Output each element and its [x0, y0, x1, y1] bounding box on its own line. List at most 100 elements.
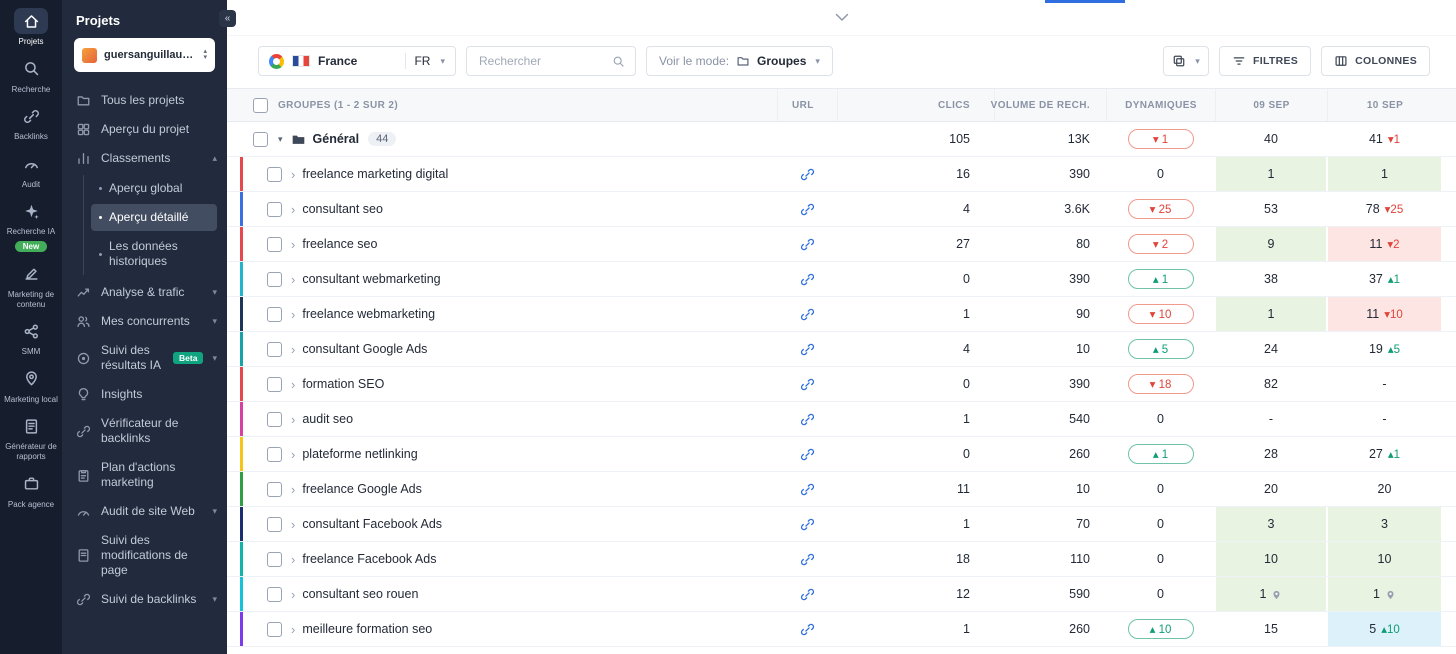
research-icon: [14, 56, 48, 82]
day-cell: -: [1327, 367, 1442, 401]
filters-button[interactable]: FILTRES: [1219, 46, 1311, 76]
day-cell: 78▾25: [1327, 192, 1442, 226]
columns-button[interactable]: COLONNES: [1321, 46, 1430, 76]
sidebar-item-plan-d-actions-marketing[interactable]: Plan d'actions marketing: [62, 453, 227, 497]
rail-item-recherche[interactable]: Recherche: [1, 56, 61, 95]
sidebar-item-suivi-des-modifications-de-page[interactable]: Suivi des modifications de page: [62, 526, 227, 585]
url-link-icon[interactable]: [800, 552, 815, 567]
rail-item-smm[interactable]: SMM: [1, 318, 61, 357]
rail-item-audit[interactable]: Audit: [1, 151, 61, 190]
url-link-icon[interactable]: [800, 237, 815, 252]
group-checkbox[interactable]: [253, 132, 268, 147]
url-link-icon[interactable]: [800, 447, 815, 462]
rail-item-marketing-de-contenu[interactable]: Marketing de contenu: [1, 261, 61, 309]
row-checkbox[interactable]: [267, 412, 282, 427]
keyword-color-indicator: [240, 367, 243, 401]
clics-header[interactable]: CLICS: [938, 100, 970, 111]
url-link-icon[interactable]: [800, 517, 815, 532]
expand-chevron-icon[interactable]: ›: [291, 412, 295, 427]
url-link-icon[interactable]: [800, 272, 815, 287]
rail-item-generateur-de-rapports[interactable]: Générateur de rapports: [1, 413, 61, 461]
expand-chevron-icon[interactable]: ›: [291, 167, 295, 182]
url-link-icon[interactable]: [800, 412, 815, 427]
rail-item-pack-agence[interactable]: Pack agence: [1, 471, 61, 510]
row-checkbox[interactable]: [267, 517, 282, 532]
url-link-icon[interactable]: [800, 167, 815, 182]
row-checkbox[interactable]: [267, 377, 282, 392]
url-link-icon[interactable]: [800, 377, 815, 392]
view-mode-selector[interactable]: Voir le mode: Groupes ▾: [646, 46, 833, 76]
volume-header[interactable]: VOLUME DE RECH.: [991, 100, 1090, 111]
row-checkbox[interactable]: [267, 622, 282, 637]
expand-chevron-icon[interactable]: ›: [291, 307, 295, 322]
sidebar-item-insights[interactable]: Insights: [62, 380, 227, 409]
day1-header[interactable]: 09 SEP: [1253, 100, 1289, 111]
search-engine-selector[interactable]: France FR ▾: [258, 46, 456, 76]
sidebar-item-tous-les-projets[interactable]: Tous les projets: [62, 86, 227, 115]
expand-chevron-icon[interactable]: ›: [291, 272, 295, 287]
row-checkbox[interactable]: [267, 342, 282, 357]
row-checkbox[interactable]: [267, 307, 282, 322]
sidebar-item-apercu-du-projet[interactable]: Aperçu du projet: [62, 115, 227, 144]
expand-chevron-icon[interactable]: ›: [291, 482, 295, 497]
url-link-icon[interactable]: [800, 342, 815, 357]
sidebar-item-suivi-de-backlinks[interactable]: Suivi de backlinks▾: [62, 585, 227, 614]
select-all-checkbox[interactable]: [253, 98, 268, 113]
expand-chevron-icon[interactable]: ›: [291, 447, 295, 462]
expand-chevron-icon[interactable]: ›: [291, 377, 295, 392]
position-box: 11▾2: [1328, 227, 1441, 261]
rail-item-backlinks[interactable]: Backlinks: [1, 103, 61, 142]
expand-chevron-icon[interactable]: ›: [291, 517, 295, 532]
volume-cell: 10: [994, 472, 1106, 506]
sidebar-collapse-button[interactable]: «: [219, 10, 236, 27]
url-link-icon[interactable]: [800, 202, 815, 217]
expand-chevron-icon[interactable]: ›: [291, 342, 295, 357]
row-checkbox[interactable]: [267, 167, 282, 182]
row-checkbox[interactable]: [267, 237, 282, 252]
sidebar-subitem-apercu-global[interactable]: Aperçu global: [91, 175, 217, 202]
keyword-cell: ›freelance Google Ads: [227, 472, 777, 506]
sidebar-item-analyse-trafic[interactable]: Analyse & trafic▾: [62, 278, 227, 307]
row-checkbox[interactable]: [267, 272, 282, 287]
expand-chevron-icon[interactable]: ›: [291, 622, 295, 637]
expand-chevron-icon[interactable]: ›: [291, 237, 295, 252]
chevron-down-icon: ▾: [212, 594, 217, 605]
sidebar-item-verificateur-de-backlinks[interactable]: Vérificateur de backlinks: [62, 409, 227, 453]
rail-item-marketing-local[interactable]: Marketing local: [1, 366, 61, 405]
expand-chevron-icon[interactable]: ›: [291, 587, 295, 602]
sidebar-subitem-les-donnees-historiques[interactable]: Les données historiques: [91, 233, 217, 275]
day-cell: 3: [1215, 507, 1327, 541]
expand-chevron-icon[interactable]: ›: [291, 552, 295, 567]
display-density-button[interactable]: ▾: [1163, 46, 1209, 76]
row-checkbox[interactable]: [267, 482, 282, 497]
sidebar-subitem-apercu-detaille[interactable]: Aperçu détaillé: [91, 204, 217, 231]
url-link-icon[interactable]: [800, 482, 815, 497]
day-cell: 28: [1215, 437, 1327, 471]
sidebar-item-mes-concurrents[interactable]: Mes concurrents▾: [62, 307, 227, 336]
collapse-panel-chevron-icon[interactable]: [835, 13, 849, 22]
collapse-chevron-icon[interactable]: ▾: [278, 134, 283, 145]
dynamics-cell: ▾ 1: [1106, 122, 1215, 156]
groups-header[interactable]: GROUPES (1 - 2 SUR 2): [278, 100, 398, 111]
sidebar-item-classements[interactable]: Classements▴: [62, 144, 227, 173]
url-link-icon[interactable]: [800, 587, 815, 602]
row-checkbox[interactable]: [267, 552, 282, 567]
dynamics-header[interactable]: DYNAMIQUES: [1125, 100, 1197, 111]
row-checkbox[interactable]: [267, 587, 282, 602]
expand-chevron-icon[interactable]: ›: [291, 202, 295, 217]
dynamics-cell: ▾ 25: [1106, 192, 1215, 226]
sidebar-item-suivi-des-resultats-ia[interactable]: Suivi des résultats IABeta▾: [62, 336, 227, 380]
sidebar-item-audit-de-site-web[interactable]: Audit de site Web▾: [62, 497, 227, 526]
url-link-icon[interactable]: [800, 307, 815, 322]
chevron-down-icon: ▾: [815, 56, 820, 67]
rail-item-projets[interactable]: Projets: [1, 8, 61, 47]
url-link-icon[interactable]: [800, 622, 815, 637]
search-input[interactable]: [477, 53, 599, 69]
rail-item-recherche-ia[interactable]: Recherche IANew: [1, 198, 61, 252]
url-header[interactable]: URL: [792, 100, 814, 111]
clics-cell-value: 4: [963, 202, 970, 216]
project-selector[interactable]: guersanguillaume.com ▴▾: [74, 38, 215, 72]
day2-header[interactable]: 10 SEP: [1367, 100, 1403, 111]
row-checkbox[interactable]: [267, 447, 282, 462]
row-checkbox[interactable]: [267, 202, 282, 217]
